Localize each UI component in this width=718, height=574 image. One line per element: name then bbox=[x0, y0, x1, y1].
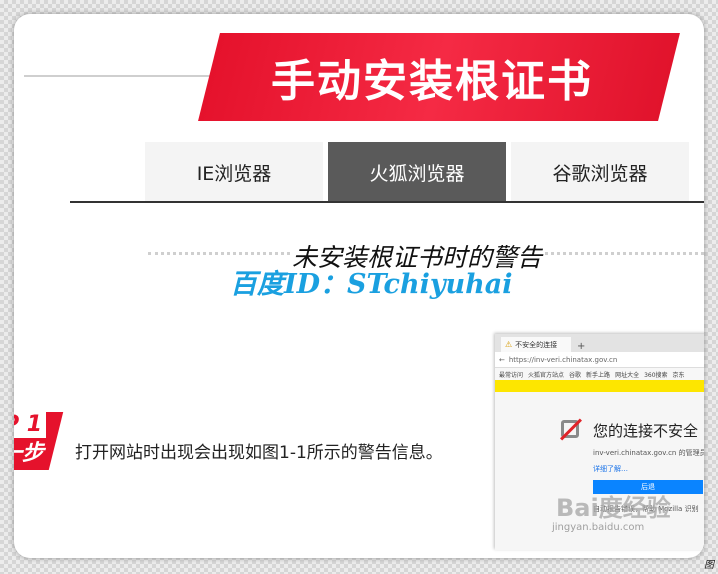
bookmark-item: 360搜索 bbox=[644, 371, 668, 379]
shot-url: https://inv-veri.chinatax.gov.cn bbox=[508, 355, 618, 364]
tab-ie[interactable]: IE浏览器 bbox=[145, 142, 323, 202]
new-tab-icon: + bbox=[577, 341, 586, 352]
bookmark-item: 最常访问 bbox=[499, 371, 524, 379]
article-card: 手动安装根证书 IE浏览器 火狐浏览器 谷歌浏览器 未安装根证书时的警告 百度I… bbox=[14, 14, 704, 558]
bookmark-item: 谷歌 bbox=[569, 371, 582, 379]
watermark-url: jingyan.baidu.com bbox=[552, 522, 645, 533]
shot-address-bar: ← https://inv-veri.chinatax.gov.cn bbox=[495, 352, 704, 368]
figure-label: 图 bbox=[704, 560, 714, 571]
tabs-underline bbox=[70, 201, 704, 203]
page-title: 手动安装根证书 bbox=[271, 56, 593, 107]
learn-more-link[interactable]: 详细了解… bbox=[593, 464, 628, 474]
watermark-author-id: 百度ID：STchiyuhai bbox=[230, 269, 513, 300]
shot-highlight-bar bbox=[495, 380, 704, 392]
step-subtitle: 一步 bbox=[14, 441, 45, 466]
shot-tab-title: 不安全的连接 bbox=[515, 340, 558, 349]
title-divider bbox=[24, 75, 224, 77]
bookmark-item: 新手上路 bbox=[586, 371, 611, 379]
step-number: EP 1 bbox=[14, 412, 47, 438]
warning-icon: ⚠ bbox=[505, 340, 513, 349]
tab-chrome[interactable]: 谷歌浏览器 bbox=[511, 142, 689, 202]
bookmark-item: 火狐官方站点 bbox=[528, 371, 565, 379]
shot-tab: ⚠ 不安全的连接 bbox=[501, 337, 571, 352]
step-description: 打开网站时出现会出现如图1-1所示的警告信息。 bbox=[75, 443, 443, 463]
shot-bookmarks: 最常访问 火狐官方站点 谷歌 新手上路 网址大全 360搜索 京东 bbox=[495, 368, 704, 380]
shot-tab-bar: ⚠ 不安全的连接 + bbox=[495, 334, 704, 352]
browser-tabs: IE浏览器 火狐浏览器 谷歌浏览器 bbox=[145, 142, 694, 202]
bookmark-item: 京东 bbox=[672, 371, 685, 379]
error-title: 您的连接不安全 bbox=[593, 422, 699, 440]
back-icon: ← bbox=[499, 355, 505, 364]
baidu-jingyan-watermark: Bai度经验 bbox=[556, 494, 671, 522]
error-description: inv-veri.chinatax.gov.cn 的管理员未正确配置 bbox=[593, 449, 704, 457]
tab-firefox[interactable]: 火狐浏览器 bbox=[328, 142, 506, 202]
bookmark-item: 网址大全 bbox=[615, 371, 640, 379]
